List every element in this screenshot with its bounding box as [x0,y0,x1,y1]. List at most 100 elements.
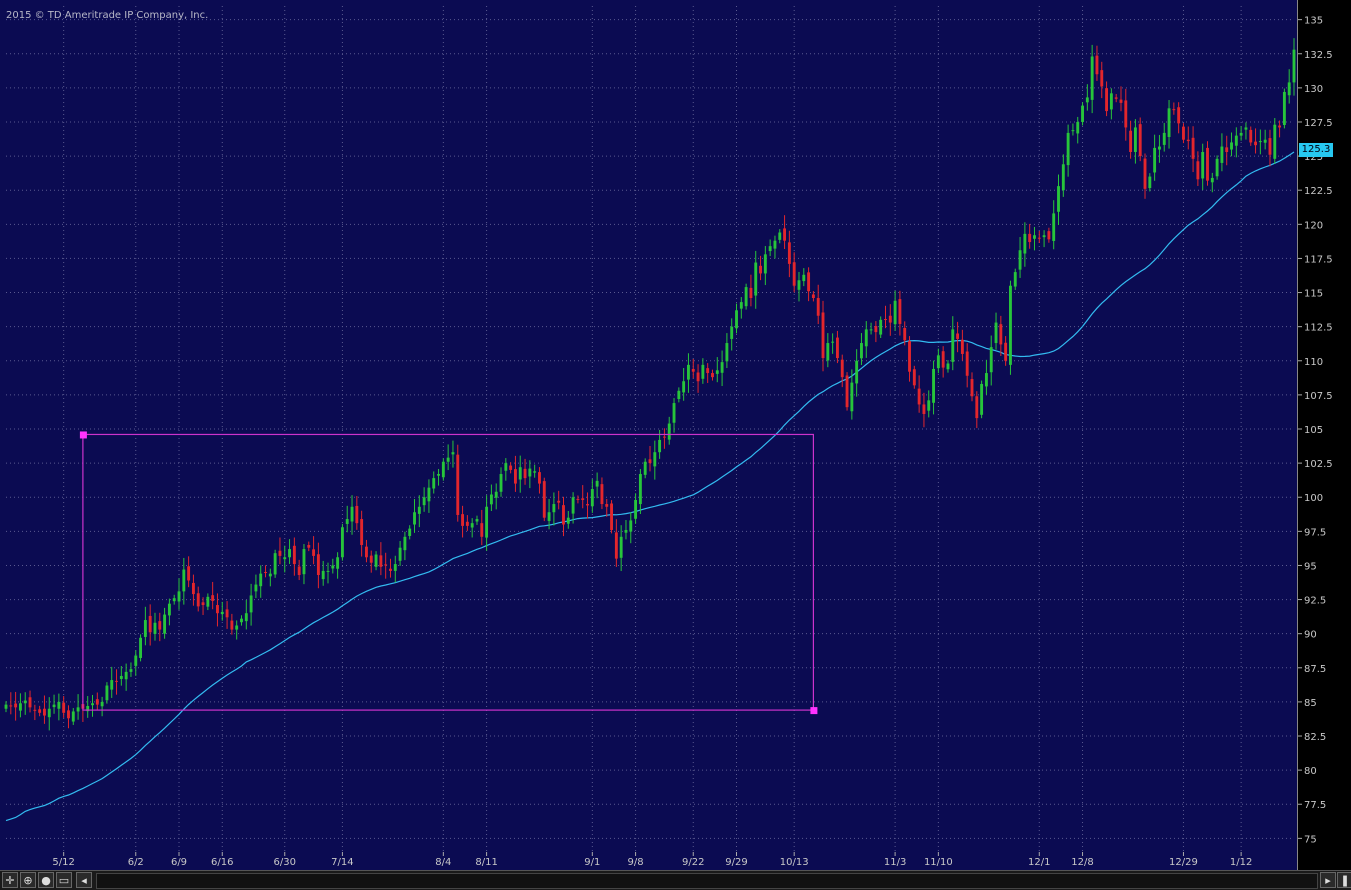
y-tick-label: 100 [1304,493,1323,504]
candle-body [336,557,340,569]
candle-body [312,549,316,556]
candle-body [119,675,123,679]
rect-icon[interactable]: ▭ [56,872,72,888]
candle-body [1282,91,1286,125]
candle-body [552,504,556,513]
candle-body [100,701,104,707]
candle-body [946,363,950,370]
candle-body [1042,235,1046,238]
candle-body [715,370,719,374]
candle-body [1258,141,1262,143]
rect-handle-top-left [79,431,87,439]
candle-body [374,554,378,567]
x-tick-label: 6/30 [274,857,296,868]
candle-body [4,704,8,709]
y-tick-label: 90 [1304,630,1317,641]
candle-body [413,512,416,525]
candle-body [1023,233,1027,254]
candle-body [634,499,638,519]
y-tick-label: 105 [1304,425,1323,436]
candle-body [941,351,945,368]
price-axis-labels: 75 77.5 80 82.5 85 87.5 90 92.5 95 97.5 100 102.5 10… [1298,16,1333,845]
candle-body [610,503,613,530]
candle-body [1239,132,1243,136]
candle-body [744,287,748,307]
candle-body [893,300,897,325]
candle-body [268,573,272,577]
candle-body [908,341,911,372]
y-tick-label: 122.5 [1304,186,1333,197]
candle-body [264,572,267,574]
candle-body [1047,231,1051,240]
candle-body [355,505,359,524]
candle-body [970,379,974,397]
candle-body [28,697,32,708]
candle-body [701,364,705,379]
candle-body [687,364,690,380]
candle-body [787,242,791,264]
selection-rectangle [82,433,815,711]
candle-body [1162,132,1166,145]
candle-body [542,481,546,518]
candle-body [1249,129,1253,143]
horizontal-scrollbar[interactable] [96,873,1318,889]
candle-body [739,302,743,309]
candle-body [76,707,80,712]
candle-body [1018,250,1022,270]
candle-body [18,703,22,711]
candle-body [345,519,349,524]
candle-body [912,369,916,386]
candle-body [984,373,988,387]
candle-body [662,436,666,438]
candle-body [562,505,565,525]
candle-body [638,474,642,505]
bottom-toolbar: ✛ ⊕ ● ▭ ◂ ▸ ❚ [0,870,1351,890]
candle-body [1013,272,1017,287]
candle-body [667,423,671,440]
candle-body [860,343,863,359]
candle-body [1076,121,1080,134]
pause-icon[interactable]: ❚ [1337,872,1351,888]
candle-body [869,329,873,331]
candle-body [177,591,181,602]
candle-body [1081,105,1084,122]
x-tick-label: 11/10 [924,857,953,868]
candle-body [1210,177,1214,183]
candle-body [884,319,887,321]
candle-body [1148,176,1152,189]
zoom-icon[interactable]: ⊕ [20,872,36,888]
candle-body [1230,142,1233,150]
candle-body [845,375,849,408]
price-chart[interactable]: 5/12 6/2 6/9 6/16 6/30 7/14 8/4 8/11 9/1 9/8 9/22 9… [0,0,1351,889]
candle-body [91,703,94,706]
candle-body [273,553,277,575]
candle-body [773,240,777,249]
scroll-left-icon[interactable]: ◂ [76,872,92,888]
candle-body [864,329,868,347]
y-tick-label: 117.5 [1304,254,1333,265]
candle-body [1201,152,1205,179]
chart-area[interactable]: 5/12 6/2 6/9 6/16 6/30 7/14 8/4 8/11 9/1 9/8 9/22 9… [0,0,1351,890]
scroll-right-icon[interactable]: ▸ [1320,872,1336,888]
x-tick-label: 11/3 [884,857,906,868]
circle-icon[interactable]: ● [38,872,54,888]
candle-body [538,472,541,484]
candle-body [927,400,931,411]
selection-rectangle-layer[interactable] [79,431,818,715]
candle-body [1206,147,1209,181]
crosshair-icon[interactable]: ✛ [2,872,18,888]
candle-body [163,614,167,634]
y-tick-label: 120 [1304,220,1323,231]
y-tick-label: 132.5 [1304,50,1333,61]
candle-body [465,521,469,526]
candle-body [1009,285,1012,365]
candle-body [1273,124,1277,159]
current-price-badge: 125.3 [1299,143,1333,157]
price-axis[interactable]: 75 77.5 80 82.5 85 87.5 90 92.5 95 97.5 100 102.5 10… [1297,0,1351,870]
y-tick-label: 82.5 [1304,732,1326,743]
candle-body [768,246,772,252]
candle-body [888,315,892,323]
candle-body [677,390,681,399]
candle-body [480,523,484,537]
candle-body [52,704,56,708]
